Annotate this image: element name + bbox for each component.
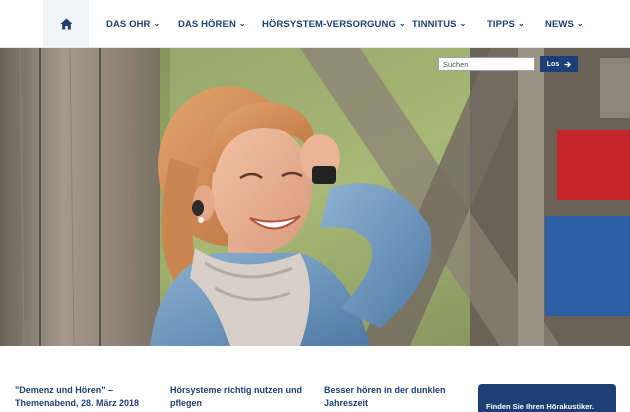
nav-item-tinnitus[interactable]: TINNITUS ⌄ [412, 16, 466, 32]
search-button-label: Los [546, 60, 560, 68]
nav-item-tipps[interactable]: TIPPS ⌄ [487, 16, 525, 32]
search-input[interactable] [438, 57, 535, 71]
nav-item-label: HÖRSYSTEM-VERSORGUNG [262, 18, 396, 30]
chevron-down-icon: ⌄ [517, 18, 525, 28]
find-acoustician-button[interactable]: Finden Sie Ihren Hörakustiker. [478, 384, 616, 412]
teaser-title-line: pflegen [170, 398, 203, 408]
hero-image [0, 48, 630, 346]
teaser-link-demenz[interactable]: "Demenz und Hören" – Themenabend, 28. Mä… [15, 384, 139, 410]
nav-item-das-hoeren[interactable]: DAS HÖREN ⌄ [178, 16, 246, 32]
chevron-down-icon: ⌄ [238, 18, 246, 28]
chevron-down-icon: ⌄ [576, 18, 584, 28]
nav-item-hoersystem-versorgung[interactable]: HÖRSYSTEM-VERSORGUNG ⌄ [262, 16, 406, 32]
chevron-down-icon: ⌄ [398, 18, 406, 28]
chevron-down-icon: ⌄ [153, 18, 161, 28]
find-acoustician-label: Finden Sie Ihren Hörakustiker. [486, 402, 594, 411]
nav-item-label: DAS OHR [106, 18, 151, 30]
nav-item-das-ohr[interactable]: DAS OHR ⌄ [106, 16, 160, 32]
nav-item-news[interactable]: NEWS ⌄ [545, 16, 584, 32]
teaser-link-hoersysteme[interactable]: Hörsysteme richtig nutzen und pflegen [170, 384, 302, 410]
arrow-right-icon [564, 61, 572, 67]
top-navigation: DAS OHR ⌄ DAS HÖREN ⌄ HÖRSYSTEM-VERSORGUNG… [0, 0, 630, 48]
nav-item-label: TIPPS [487, 18, 515, 30]
home-button[interactable] [43, 0, 89, 47]
teaser-title-line: "Demenz und Hören" – [15, 385, 114, 395]
nav-item-label: TINNITUS [412, 18, 457, 30]
nav-item-label: NEWS [545, 18, 574, 30]
teaser-title-line: Besser hören in der dunklen [324, 385, 446, 395]
teaser-title-line: Hörsysteme richtig nutzen und [170, 385, 303, 395]
nav-item-label: DAS HÖREN [178, 18, 236, 30]
teaser-title-line: Themenabend, 28. März 2018 [15, 398, 140, 408]
teaser-link-dunkle-jahreszeit[interactable]: Besser hören in der dunklen Jahreszeit [324, 384, 446, 410]
teaser-title-line: Jahreszeit [324, 398, 369, 408]
search-submit-button[interactable]: Los [540, 56, 578, 72]
home-icon [60, 18, 72, 29]
chevron-down-icon: ⌄ [459, 18, 467, 28]
hero-photo [0, 48, 630, 346]
